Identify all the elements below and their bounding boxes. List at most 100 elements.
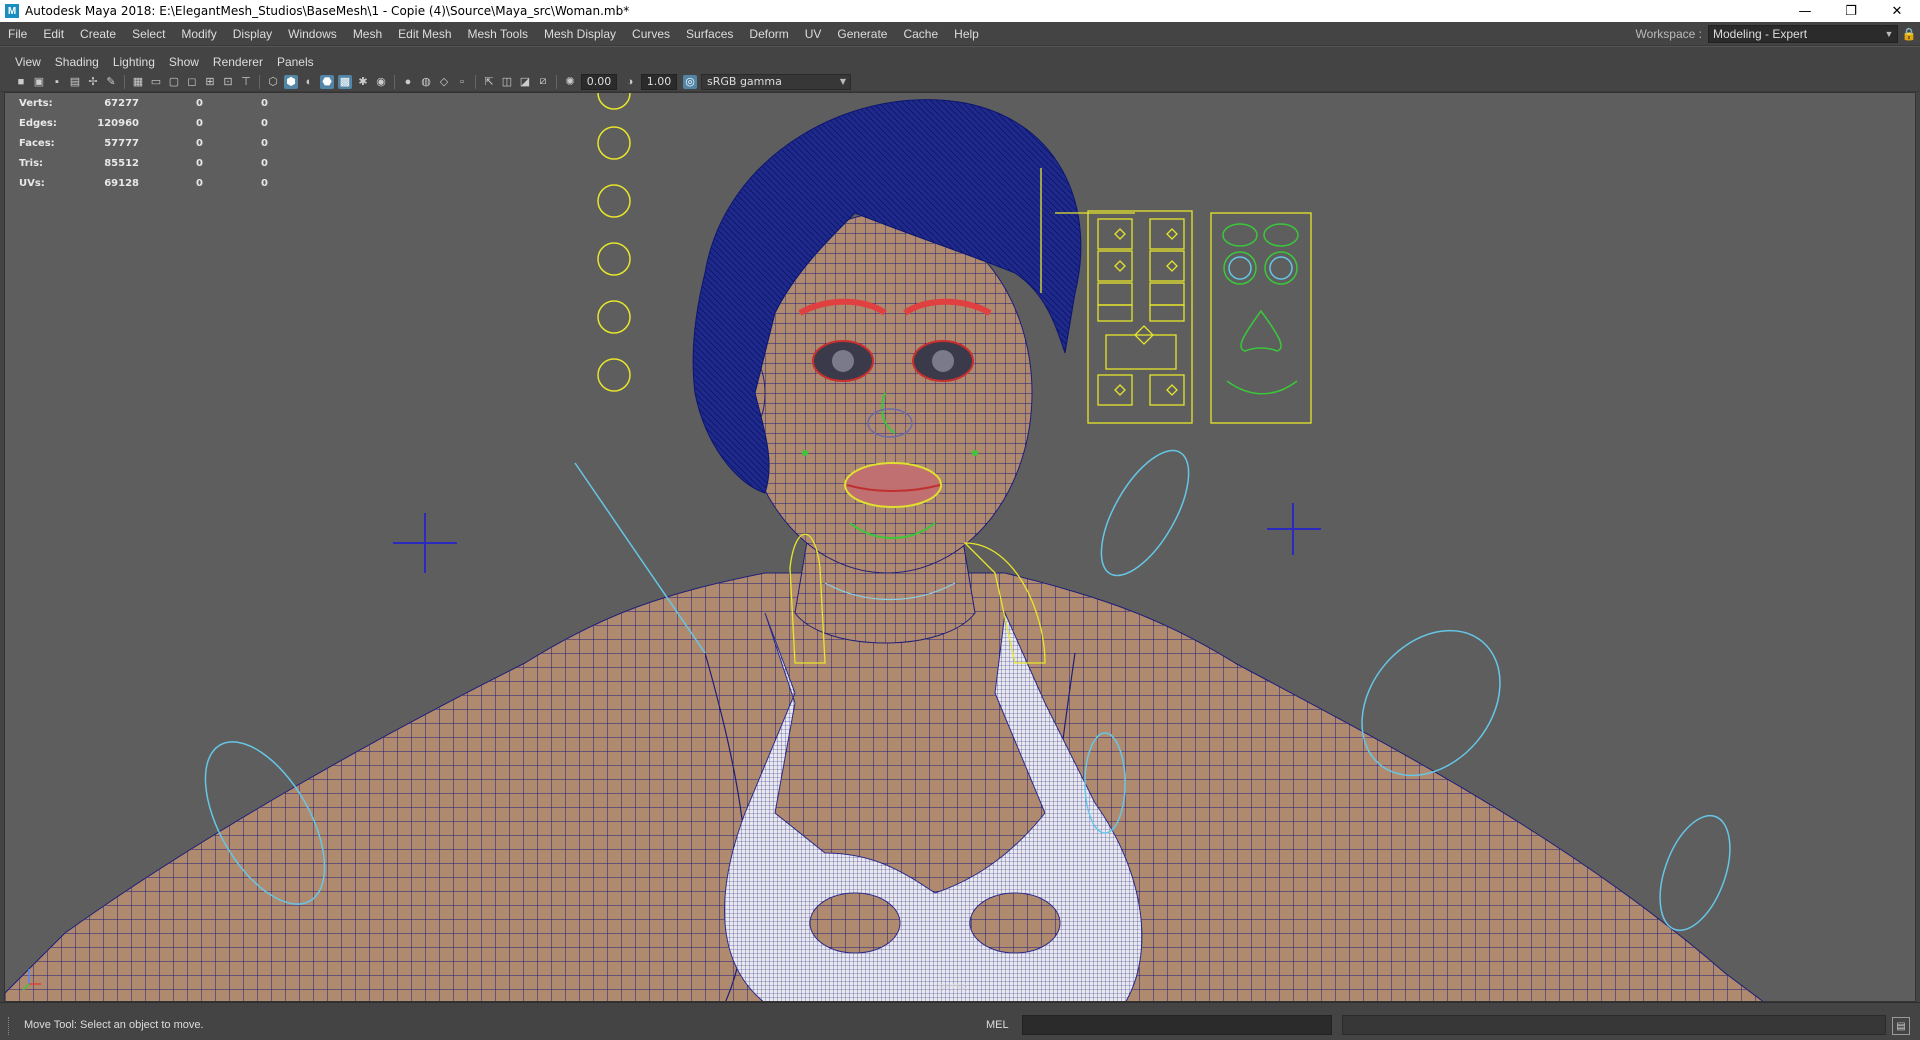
- hud-value: 69128: [104, 177, 139, 189]
- color-management-icon[interactable]: ◎: [683, 74, 697, 89]
- script-editor-icon[interactable]: ▤: [1892, 1017, 1910, 1035]
- panel-menu-lighting[interactable]: Lighting: [106, 55, 162, 69]
- persp-viewport[interactable]: Verts: 67277 0 0 Edges: 120960 0 0 Faces…: [4, 92, 1916, 1002]
- hud-value: 120960: [97, 117, 139, 129]
- hud-value: 0: [261, 157, 268, 169]
- gamma-field[interactable]: 1.00: [641, 73, 677, 90]
- hud-value: 0: [196, 157, 203, 169]
- hud-label: Faces:: [19, 137, 55, 149]
- textured-icon[interactable]: ▩: [338, 74, 352, 89]
- face-shape-control-panel[interactable]: [1210, 212, 1312, 424]
- chevron-down-icon: ▼: [839, 77, 847, 86]
- menu-mesh[interactable]: Mesh: [345, 27, 390, 41]
- toolbar-separator: [394, 74, 395, 89]
- hud-value: 0: [261, 177, 268, 189]
- wireframe-icon[interactable]: ⬡: [266, 75, 280, 89]
- menu-edit[interactable]: Edit: [35, 27, 72, 41]
- command-line-input[interactable]: [1022, 1015, 1332, 1035]
- menu-edit-mesh[interactable]: Edit Mesh: [390, 27, 459, 41]
- pivot-icon[interactable]: ✢: [86, 75, 100, 89]
- hud-value: 67277: [104, 97, 139, 109]
- help-line-text: Move Tool: Select an object to move.: [24, 1019, 204, 1031]
- smooth-shade-icon[interactable]: ⬢: [284, 74, 298, 89]
- pen-icon[interactable]: ✎: [104, 75, 118, 89]
- hud-row-faces: Faces: 57777 0 0: [19, 133, 268, 153]
- panel-menu-show[interactable]: Show: [162, 55, 206, 69]
- lights-icon[interactable]: ✱: [356, 75, 370, 89]
- shadows-icon[interactable]: ◉: [374, 75, 388, 89]
- window-titlebar: M Autodesk Maya 2018: E:\ElegantMesh_Stu…: [0, 0, 1920, 22]
- lock-icon[interactable]: 🔒: [1898, 27, 1920, 41]
- safe-action-icon[interactable]: ⊡: [221, 75, 235, 89]
- hud-label: Verts:: [19, 97, 53, 109]
- poly-count-hud: Verts: 67277 0 0 Edges: 120960 0 0 Faces…: [19, 93, 268, 193]
- restore-button[interactable]: ❐: [1828, 0, 1874, 22]
- panel-menu-panels[interactable]: Panels: [270, 55, 321, 69]
- field-chart-icon[interactable]: ⊞: [203, 75, 217, 89]
- workspace-dropdown[interactable]: Modeling - Expert ▼: [1708, 25, 1898, 43]
- isolate-select-icon[interactable]: ⇱: [482, 75, 496, 89]
- xray-joints-icon[interactable]: ⧄: [536, 75, 550, 89]
- camera-label: persp: [939, 981, 968, 992]
- menu-windows[interactable]: Windows: [280, 27, 345, 41]
- exposure-icon[interactable]: ✺: [563, 75, 577, 89]
- shoulder-locator-left[interactable]: [393, 513, 457, 573]
- minimize-button[interactable]: —: [1782, 0, 1828, 22]
- safe-title-icon[interactable]: ⊤: [239, 75, 253, 89]
- menu-help[interactable]: Help: [946, 27, 987, 41]
- help-line: Move Tool: Select an object to move. MEL…: [0, 1002, 1920, 1040]
- exposure-field[interactable]: 0.00: [581, 73, 617, 90]
- panel-menu-shading[interactable]: Shading: [48, 55, 106, 69]
- camera-icon[interactable]: ■: [14, 75, 28, 89]
- depth-of-field-icon[interactable]: ▫: [455, 75, 469, 89]
- shoulder-locator-right[interactable]: [1267, 503, 1321, 555]
- menu-curves[interactable]: Curves: [624, 27, 678, 41]
- menu-surfaces[interactable]: Surfaces: [678, 27, 741, 41]
- menu-modify[interactable]: Modify: [173, 27, 224, 41]
- hud-value: 0: [196, 97, 203, 109]
- panel-menu-renderer[interactable]: Renderer: [206, 55, 270, 69]
- menu-display[interactable]: Display: [225, 27, 280, 41]
- menu-deform[interactable]: Deform: [741, 27, 796, 41]
- menu-mesh-tools[interactable]: Mesh Tools: [460, 27, 536, 41]
- view-transform-dropdown[interactable]: sRGB gamma ▼: [701, 73, 851, 90]
- main-menubar: File Edit Create Select Modify Display W…: [0, 22, 1920, 46]
- mel-language-toggle[interactable]: MEL: [986, 1019, 1009, 1031]
- menu-uv[interactable]: UV: [797, 27, 830, 41]
- default-material-icon[interactable]: ◐: [302, 75, 316, 89]
- viewport-scene: [5, 93, 1764, 1001]
- drag-handle[interactable]: [8, 1017, 12, 1035]
- close-button[interactable]: ✕: [1874, 0, 1920, 22]
- image-plane-icon[interactable]: ▤: [68, 75, 82, 89]
- hud-value: 0: [261, 137, 268, 149]
- menu-mesh-display[interactable]: Mesh Display: [536, 27, 624, 41]
- bookmark-icon[interactable]: ▪: [50, 75, 64, 89]
- hud-label: Tris:: [19, 157, 44, 169]
- screen-space-ao-icon[interactable]: ●: [401, 75, 415, 89]
- wireframe-on-shaded-icon[interactable]: ⬣: [320, 74, 334, 89]
- eye-control-circles[interactable]: [597, 93, 631, 392]
- view-transform-value: sRGB gamma: [707, 75, 782, 88]
- chevron-down-icon: ▼: [1884, 29, 1894, 39]
- menu-cache[interactable]: Cache: [895, 27, 946, 41]
- resolution-gate-icon[interactable]: ▢: [167, 75, 181, 89]
- panel-menu-view[interactable]: View: [8, 55, 48, 69]
- film-gate-icon[interactable]: ▭: [149, 75, 163, 89]
- gate-mask-icon[interactable]: ◻: [185, 75, 199, 89]
- workspace-selector: Workspace : Modeling - Expert ▼ 🔒: [1636, 22, 1920, 46]
- toolbar-separator: [556, 74, 557, 89]
- hud-value: 0: [196, 137, 203, 149]
- toolbar-separator: [475, 74, 476, 89]
- xray-icon[interactable]: ◫: [500, 75, 514, 89]
- grid-icon[interactable]: ▦: [131, 75, 145, 89]
- menu-create[interactable]: Create: [72, 27, 124, 41]
- xray-active-icon[interactable]: ◪: [518, 75, 532, 89]
- motion-blur-icon[interactable]: ◍: [419, 75, 433, 89]
- menu-select[interactable]: Select: [124, 27, 173, 41]
- multisample-aa-icon[interactable]: ◇: [437, 75, 451, 89]
- menu-generate[interactable]: Generate: [829, 27, 895, 41]
- camera-attributes-icon[interactable]: ▣: [32, 75, 46, 89]
- toolbar-separator: [259, 74, 260, 89]
- menu-file[interactable]: File: [0, 27, 35, 41]
- gamma-icon[interactable]: ◑: [623, 75, 637, 89]
